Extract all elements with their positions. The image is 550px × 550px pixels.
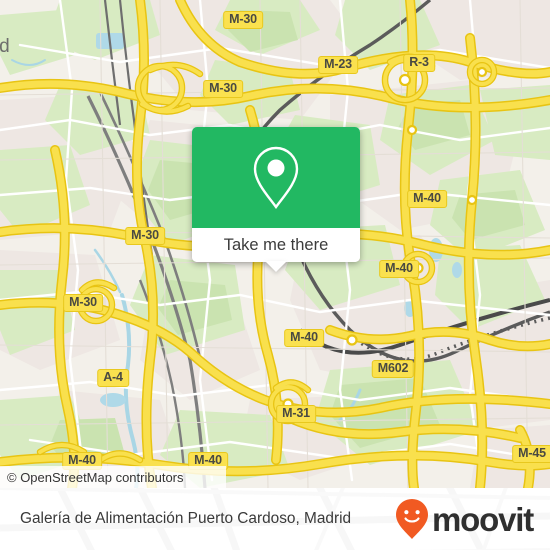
page-title: Galería de Alimentación Puerto Cardoso, … bbox=[20, 510, 352, 527]
location-popup-card[interactable]: Take me there bbox=[192, 127, 360, 272]
moovit-smiling-pin-icon bbox=[396, 499, 429, 539]
popup-pointer bbox=[265, 261, 287, 272]
map-city-label: rid bbox=[0, 36, 11, 57]
road-shield[interactable]: M-30 bbox=[63, 294, 103, 312]
road-shield[interactable]: M602 bbox=[371, 360, 415, 378]
road-shield[interactable]: M-23 bbox=[318, 56, 358, 74]
road-shield[interactable]: M-40 bbox=[407, 190, 447, 208]
moovit-map-page: rid M-30 M-23 R-3 M-30 M-40 M-30 M-40 M-… bbox=[0, 0, 550, 550]
road-shield[interactable]: M-45 bbox=[512, 445, 550, 463]
road-shield[interactable]: M-40 bbox=[284, 329, 324, 347]
road-shield[interactable]: R-3 bbox=[403, 54, 435, 72]
footer-bar: Galería de Alimentación Puerto Cardoso, … bbox=[0, 488, 550, 550]
moovit-wordmark: moovit bbox=[432, 500, 534, 538]
take-me-there-button[interactable]: Take me there bbox=[192, 228, 360, 262]
map-attribution[interactable]: © OpenStreetMap contributors bbox=[0, 466, 226, 488]
road-shield[interactable]: M-30 bbox=[223, 11, 263, 29]
road-shield[interactable]: A-4 bbox=[97, 369, 129, 387]
location-pin-icon bbox=[253, 146, 299, 209]
road-shield[interactable]: M-30 bbox=[125, 227, 165, 245]
road-shield[interactable]: M-40 bbox=[379, 260, 419, 278]
moovit-logo[interactable]: moovit bbox=[394, 488, 534, 550]
popup-pin-area bbox=[192, 127, 360, 228]
road-shield[interactable]: M-31 bbox=[276, 405, 316, 423]
map-canvas[interactable]: rid M-30 M-23 R-3 M-30 M-40 M-30 M-40 M-… bbox=[0, 0, 550, 488]
road-shield[interactable]: M-30 bbox=[203, 80, 243, 98]
